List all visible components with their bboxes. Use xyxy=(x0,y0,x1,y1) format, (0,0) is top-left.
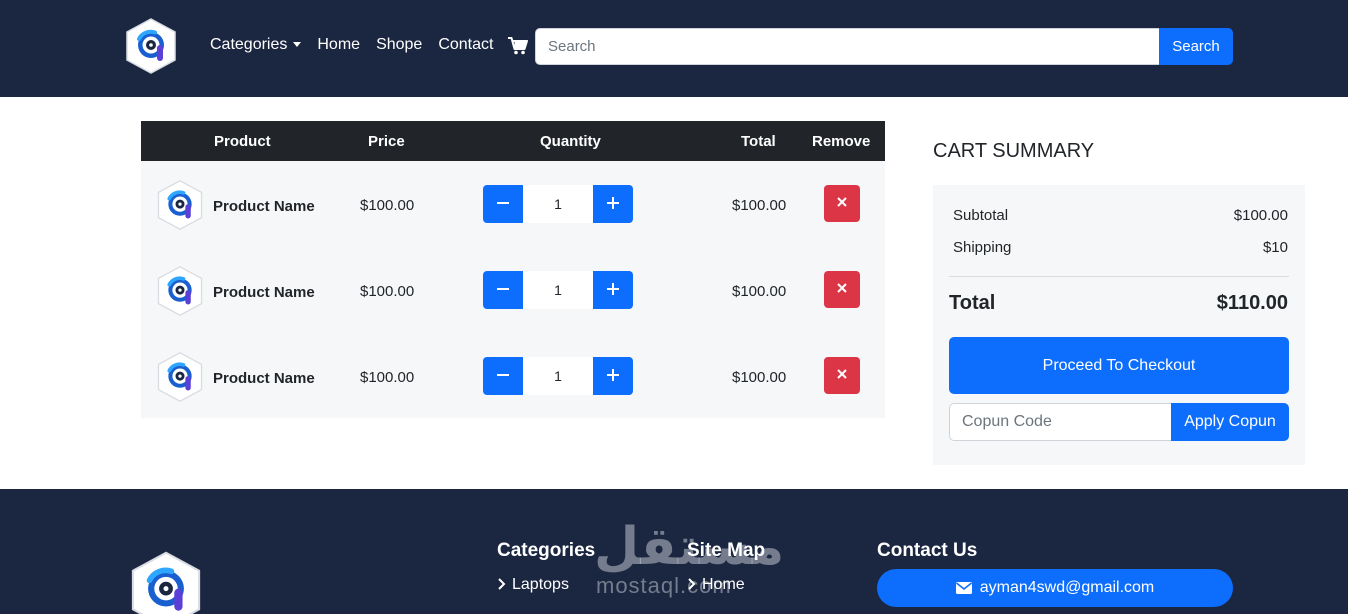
plus-icon xyxy=(607,368,619,381)
chevron-right-icon xyxy=(498,578,506,590)
header-price: Price xyxy=(368,133,405,150)
cart-row: Product Name $100.00 $100.00 xyxy=(141,247,885,333)
top-navbar: Categories Home Shope Contact Search xyxy=(0,0,1348,97)
line-total: $100.00 xyxy=(732,283,787,300)
plus-icon xyxy=(607,282,619,295)
shipping-value: $10 xyxy=(1262,239,1288,256)
nav-categories-label: Categories xyxy=(210,36,288,53)
header-remove: Remove xyxy=(812,133,871,150)
nav-links: Categories Home Shope Contact xyxy=(210,36,509,54)
caret-down-icon xyxy=(293,42,302,48)
product-image-icon xyxy=(155,351,205,403)
close-icon xyxy=(837,369,847,379)
footer-contact-heading: Contact Us xyxy=(877,540,978,561)
product-name: Product Name xyxy=(213,370,315,387)
cart-table-header: Product Price Quantity Total Remove xyxy=(141,121,885,161)
nav-home-link[interactable]: Home xyxy=(317,36,360,54)
remove-item-button[interactable] xyxy=(824,185,860,222)
shipping-label: Shipping xyxy=(953,239,1012,256)
remove-item-button[interactable] xyxy=(824,357,860,394)
product-image-icon xyxy=(155,179,205,231)
product-price: $100.00 xyxy=(360,369,415,386)
quantity-increase-button[interactable] xyxy=(593,271,633,309)
product-name: Product Name xyxy=(213,284,315,301)
cart-row: Product Name $100.00 $100.00 xyxy=(141,333,885,419)
line-total: $100.00 xyxy=(732,369,787,386)
nav-categories-dropdown[interactable]: Categories xyxy=(210,36,302,54)
plus-icon xyxy=(607,196,619,209)
contact-email-button[interactable]: ayman4swd@gmail.com xyxy=(877,569,1233,607)
chevron-right-icon xyxy=(688,578,696,590)
cart-summary-title: CART SUMMARY xyxy=(933,140,1095,162)
footer: مستقل mostaql.com Categories Laptops Sit… xyxy=(0,489,1348,614)
minus-icon xyxy=(497,201,509,204)
product-image-icon xyxy=(155,265,205,317)
envelope-icon xyxy=(955,582,972,594)
quantity-decrease-button[interactable] xyxy=(483,185,523,223)
minus-icon xyxy=(497,373,509,376)
subtotal-label: Subtotal xyxy=(953,207,1009,224)
subtotal-value: $100.00 xyxy=(1233,207,1288,224)
remove-item-button[interactable] xyxy=(824,271,860,308)
footer-link-laptops-label: Laptops xyxy=(512,576,569,593)
total-value: $110.00 xyxy=(1216,292,1288,314)
footer-link-home[interactable]: Home xyxy=(687,576,745,594)
close-icon xyxy=(837,197,847,207)
footer-sitemap-heading: Site Map xyxy=(687,540,766,561)
quantity-input[interactable] xyxy=(523,271,593,309)
footer-link-laptops[interactable]: Laptops xyxy=(497,576,569,594)
minus-icon xyxy=(497,287,509,290)
header-total: Total xyxy=(741,133,776,150)
product-price: $100.00 xyxy=(360,283,415,300)
search-button[interactable]: Search xyxy=(1159,28,1233,65)
quantity-increase-button[interactable] xyxy=(593,357,633,395)
close-icon xyxy=(837,283,847,293)
quantity-increase-button[interactable] xyxy=(593,185,633,223)
cart-icon[interactable] xyxy=(508,37,528,55)
brand-logo-icon[interactable] xyxy=(125,17,177,75)
line-total: $100.00 xyxy=(732,197,787,214)
nav-contact-link[interactable]: Contact xyxy=(438,36,493,54)
nav-shope-link[interactable]: Shope xyxy=(376,36,422,54)
quantity-decrease-button[interactable] xyxy=(483,357,523,395)
quantity-input[interactable] xyxy=(523,185,593,223)
header-quantity: Quantity xyxy=(540,133,601,150)
search-input[interactable] xyxy=(535,28,1160,65)
total-label: Total xyxy=(949,292,996,314)
quantity-input[interactable] xyxy=(523,357,593,395)
summary-divider xyxy=(949,276,1289,277)
footer-categories-heading: Categories xyxy=(497,540,596,561)
contact-email-text: ayman4swd@gmail.com xyxy=(979,579,1155,596)
coupon-code-input[interactable] xyxy=(949,403,1172,441)
cart-summary-panel: Subtotal $100.00 Shipping $10 Total $110… xyxy=(933,185,1305,465)
cart-table: Product Price Quantity Total Remove Prod… xyxy=(141,121,885,418)
product-price: $100.00 xyxy=(360,197,415,214)
apply-coupon-button[interactable]: Apply Copun xyxy=(1171,403,1289,441)
cart-row: Product Name $100.00 $100.00 xyxy=(141,161,885,247)
header-product: Product xyxy=(214,133,271,150)
footer-logo-icon xyxy=(130,550,202,614)
product-name: Product Name xyxy=(213,198,315,215)
footer-link-home-label: Home xyxy=(702,576,745,593)
proceed-to-checkout-button[interactable]: Proceed To Checkout xyxy=(949,337,1289,394)
quantity-decrease-button[interactable] xyxy=(483,271,523,309)
